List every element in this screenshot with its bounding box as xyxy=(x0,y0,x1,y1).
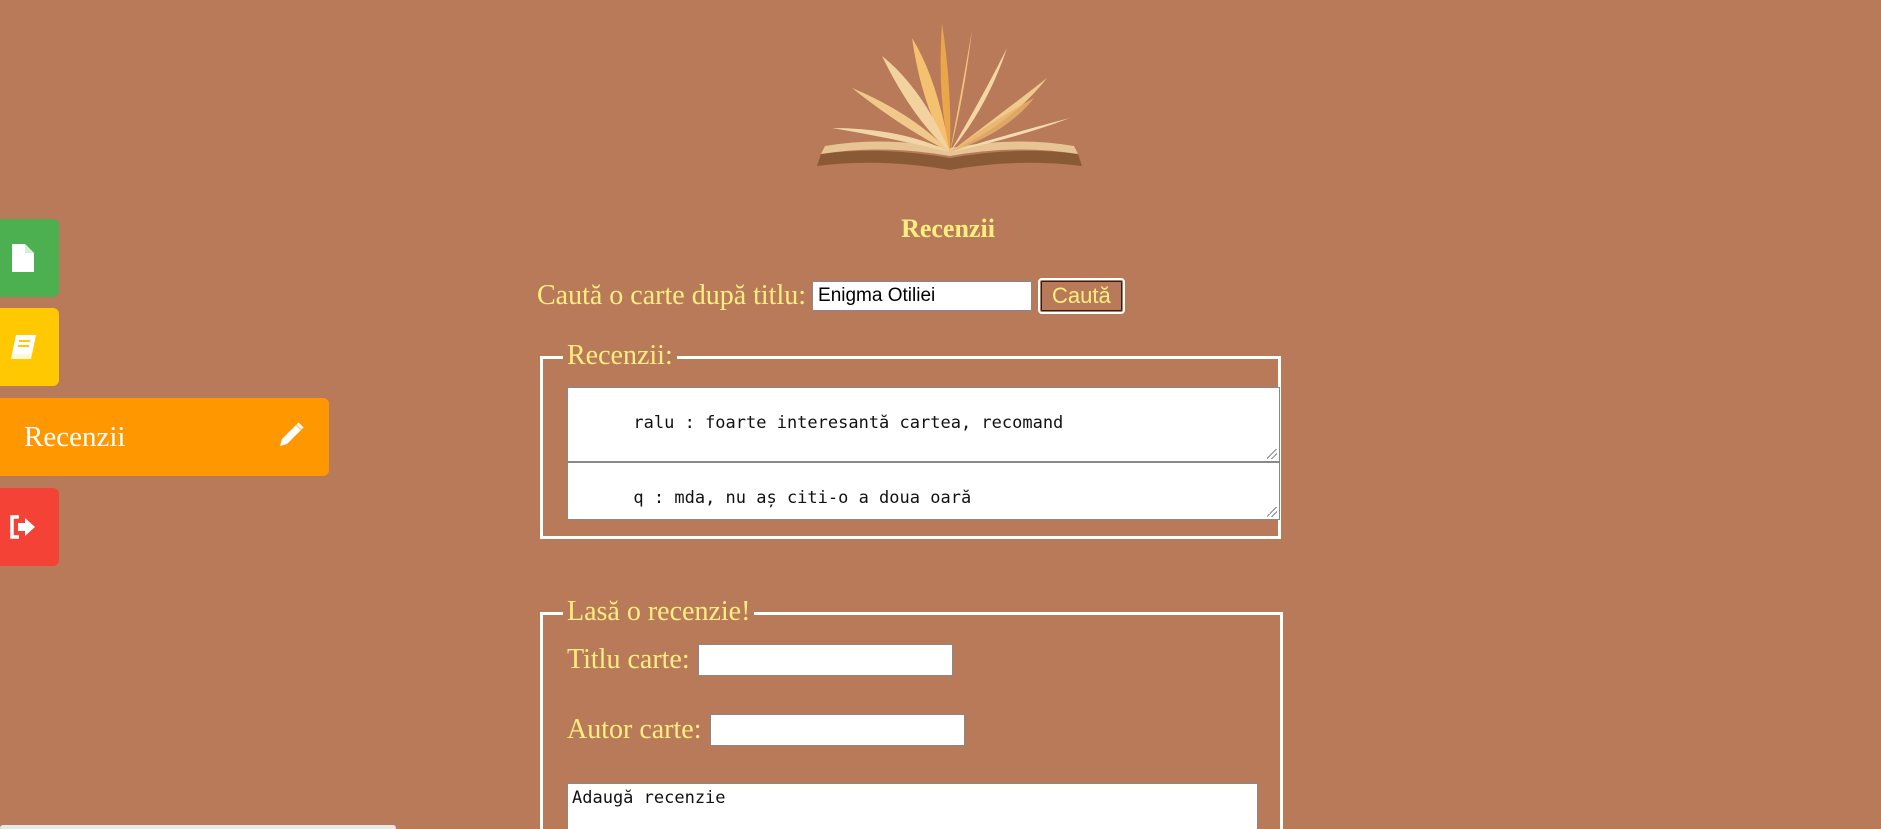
title-label: Titlu carte: xyxy=(567,644,690,675)
book-icon xyxy=(0,332,40,362)
search-input[interactable] xyxy=(812,281,1033,311)
sidebar-item-recenzii[interactable]: Recenzii xyxy=(0,398,329,476)
add-review-fieldset: Lasă o recenzie! Titlu carte: Autor cart… xyxy=(540,595,1283,829)
resize-handle[interactable] xyxy=(1267,449,1277,459)
new-review-textarea[interactable]: Adaugă recenzie xyxy=(567,783,1258,829)
add-review-legend: Lasă o recenzie! xyxy=(563,595,755,629)
review-item[interactable]: q : mda, nu aș citi-o a doua oară xyxy=(567,462,1280,520)
title-row: Titlu carte: xyxy=(567,644,953,676)
sign-out-icon xyxy=(0,513,38,541)
review-item[interactable]: ralu : foarte interesantă cartea, recoma… xyxy=(567,387,1280,462)
book-title-input[interactable] xyxy=(697,644,953,676)
book-logo xyxy=(817,23,1082,170)
new-review-placeholder: Adaugă recenzie xyxy=(572,788,726,808)
file-icon xyxy=(0,242,38,274)
search-label: Caută o carte după titlu: xyxy=(537,280,807,311)
page-title: Recenzii xyxy=(901,214,995,243)
search-row: Caută o carte după titlu: Caută xyxy=(537,278,1125,314)
reviews-fieldset: Recenzii: ralu : foarte interesantă cart… xyxy=(540,339,1281,539)
review-text: q : mda, nu aș citi-o a doua oară xyxy=(633,488,972,508)
review-text: ralu : foarte interesantă cartea, recoma… xyxy=(633,413,1064,433)
sidebar-item-label: Recenzii xyxy=(24,420,126,453)
book-author-input[interactable] xyxy=(709,714,965,746)
resize-handle[interactable] xyxy=(1267,507,1277,517)
pencil-icon xyxy=(277,421,305,454)
sidebar-item-books[interactable] xyxy=(0,308,59,386)
page: Recenzii Recenzii Caută o carte după tit… xyxy=(0,0,1881,829)
author-label: Autor carte: xyxy=(567,714,702,745)
author-row: Autor carte: xyxy=(567,714,965,746)
reviews-legend: Recenzii: xyxy=(563,339,677,373)
search-button[interactable]: Caută xyxy=(1038,278,1125,314)
sidebar-item-logout[interactable] xyxy=(0,488,59,566)
horizontal-scrollbar[interactable] xyxy=(0,825,396,829)
